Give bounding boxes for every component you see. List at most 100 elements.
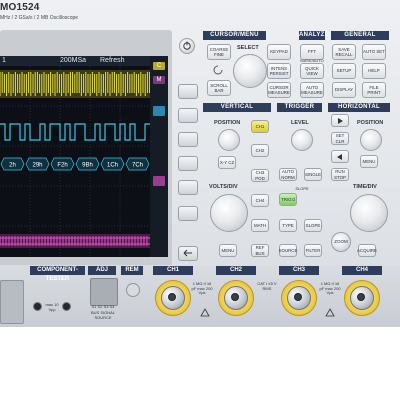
- ch1-spec: 1 MΩ II 16 pF max 200 Vpk: [191, 281, 213, 296]
- model-subtitle: MHz / 2 GSa/s / 2 MB Oscilloscope: [0, 15, 79, 21]
- power-icon: [183, 41, 191, 50]
- waveform-area: 2h 29h F2h 9Bh 1Ch 7Ch: [0, 66, 150, 257]
- quick-view-button[interactable]: QUICK VIEW: [300, 63, 324, 79]
- back-button[interactable]: [331, 150, 349, 163]
- level-label: LEVEL: [291, 120, 309, 126]
- cursor-measure-button[interactable]: CURSOR MEASURE: [267, 82, 291, 98]
- zoom-button[interactable]: ZOOM: [331, 232, 351, 252]
- ch3-spec: 1 MΩ II 16 pF max 200 Vpk: [319, 281, 341, 296]
- source-button[interactable]: SOURCE: [279, 244, 297, 257]
- keypad-button[interactable]: KEYPAD: [267, 44, 291, 60]
- decode-label: 7Ch: [132, 163, 143, 169]
- softkey-1[interactable]: [178, 84, 198, 99]
- ch1-core: [168, 293, 176, 301]
- trigger-level-knob[interactable]: [291, 129, 313, 151]
- horizontal-position-knob[interactable]: [360, 129, 382, 151]
- side-tag-ch3: [153, 176, 165, 186]
- menu-off-button[interactable]: [178, 246, 198, 261]
- side-tag-ch2: [153, 106, 165, 116]
- vertical-header: VERTICAL: [203, 103, 271, 112]
- intens-persist-button[interactable]: INTENS PERSIST: [267, 63, 291, 79]
- usb-panel: [0, 280, 24, 324]
- horizontal-position-label: POSITION: [357, 120, 384, 126]
- adj-label: ADJ: [88, 266, 116, 275]
- ch3-pod-button[interactable]: CH3 POD: [251, 169, 269, 182]
- horizontal-menu-button[interactable]: MENU: [360, 155, 378, 168]
- coarse-fine-button[interactable]: COARSE FINE: [207, 44, 231, 60]
- trigger-header: TRIGGER: [277, 103, 322, 112]
- softkey-5[interactable]: [178, 180, 198, 195]
- autoset-button[interactable]: AUTO SET: [362, 44, 386, 60]
- model-label: MO1524: [0, 2, 40, 13]
- cursor-menu-header: CURSOR/MENU: [203, 31, 266, 40]
- save-recall-button[interactable]: SAVE RECALL: [332, 44, 356, 60]
- time-div-knob[interactable]: [350, 194, 388, 232]
- analyze-header: ANALYZE: [299, 31, 329, 40]
- auto-norm-button[interactable]: AUTO NORM: [279, 168, 297, 181]
- decode-label: 2h: [9, 163, 16, 169]
- bus-signal-pins[interactable]: [90, 278, 118, 306]
- ch1-label: CH1: [153, 266, 193, 275]
- vertical-menu-button[interactable]: MENU: [219, 244, 237, 257]
- softkey-2[interactable]: [178, 108, 198, 123]
- help-button[interactable]: HELP: [362, 63, 386, 79]
- softkey-6[interactable]: [178, 206, 198, 221]
- rem-label: REM: [121, 266, 143, 275]
- slope-label: SLOPE: [295, 186, 309, 191]
- play-button[interactable]: [331, 114, 349, 127]
- ch3-label: CH3: [279, 266, 319, 275]
- ch4-button[interactable]: CH4: [251, 194, 269, 207]
- pin-s2: S2: [97, 304, 103, 309]
- select-label: SELECT: [237, 45, 259, 51]
- auto-measure-button[interactable]: AUTO MEASURE: [300, 82, 324, 98]
- decode-label: 9Bh: [82, 163, 93, 169]
- setup-button[interactable]: SETUP: [332, 63, 356, 79]
- channel-side-strip: C M: [150, 56, 168, 257]
- ch2-label: CH2: [216, 266, 256, 275]
- filter-button[interactable]: FILTER: [304, 244, 322, 257]
- ch3-core: [294, 293, 302, 301]
- return-icon: [183, 249, 192, 257]
- yellow-trace: [0, 70, 150, 98]
- background: [0, 327, 400, 400]
- component-tester-label: COMPONENT-TESTER: [30, 266, 85, 282]
- cat-spec: CAT I ≤5 V RMS: [257, 281, 277, 291]
- vertical-position-knob[interactable]: [218, 129, 240, 151]
- power-button[interactable]: [179, 38, 195, 54]
- back-icon: [337, 153, 342, 160]
- xy-cz-button[interactable]: X-Y CZ: [218, 156, 236, 169]
- select-knob[interactable]: [233, 54, 267, 88]
- set-clr-button[interactable]: SET CLR: [331, 132, 349, 145]
- file-print-button[interactable]: FILE PRINT: [362, 82, 386, 98]
- cyan-trace: [0, 123, 150, 141]
- softkey-3[interactable]: [178, 132, 198, 147]
- display-button[interactable]: DISPLAY: [332, 82, 356, 98]
- softkey-4[interactable]: [178, 156, 198, 171]
- volts-div-knob[interactable]: [210, 194, 248, 232]
- vertical-position-label: POSITION: [214, 120, 241, 126]
- slope-button[interactable]: SLOPE: [304, 219, 322, 232]
- rem-led: [126, 283, 140, 297]
- display-screen: 1 200MSa Refresh 2h 29h F2h 9Bh 1Ch 7Ch: [0, 56, 150, 257]
- ch1-button[interactable]: CH1: [251, 120, 269, 133]
- scroll-bar-button[interactable]: SCROLL BAR: [207, 80, 231, 96]
- tester-socket-2[interactable]: [62, 302, 71, 311]
- run-stop-button[interactable]: RUN STOP: [331, 168, 349, 181]
- decode-label: 29h: [32, 163, 42, 169]
- ref-bus-button[interactable]: REF BUS: [251, 244, 269, 257]
- ch4-core: [357, 293, 365, 301]
- undo-icon: [213, 65, 223, 75]
- type-button[interactable]: TYPE: [279, 219, 297, 232]
- tester-socket-1[interactable]: [33, 302, 42, 311]
- decode-label: 1Ch: [107, 163, 118, 169]
- pin-s1: S1: [91, 304, 97, 309]
- trigd-indicator: TRIG'd: [279, 193, 297, 206]
- oscilloscope-photo: MO1524 MHz / 2 GSa/s / 2 MB Oscilloscope…: [0, 0, 400, 400]
- acquire-button[interactable]: ACQUIRE: [357, 244, 377, 257]
- pin-labels: S1 S2 S3 S4: [87, 304, 119, 310]
- tester-spec: max 10 Vpp: [45, 302, 59, 312]
- single-button[interactable]: SINGLE: [304, 168, 322, 181]
- math-button[interactable]: MATH: [251, 219, 269, 232]
- horizontal-header: HORIZONTAL: [328, 103, 390, 112]
- ch2-button[interactable]: CH2: [251, 144, 269, 157]
